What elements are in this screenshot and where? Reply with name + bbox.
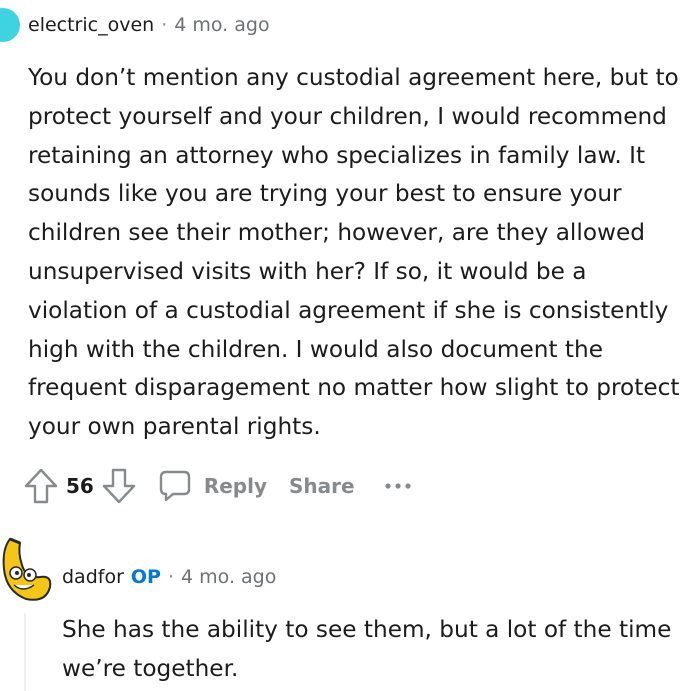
comment-author[interactable]: dadfor	[62, 566, 124, 588]
user-avatar[interactable]	[0, 535, 54, 605]
comment-body: You don’t mention any custodial agreemen…	[28, 64, 680, 441]
comment-meta: electric_oven · 4 mo. ago	[28, 14, 270, 36]
banana-avatar-icon	[2, 537, 52, 601]
ellipsis-icon	[385, 483, 411, 489]
more-options-button[interactable]	[383, 481, 413, 491]
downvote-arrow-icon	[102, 468, 136, 504]
comment-meta: dadfor OP · 4 mo. ago	[62, 566, 276, 588]
comment-timestamp[interactable]: 4 mo. ago	[174, 14, 269, 36]
vote-count: 56	[66, 474, 94, 498]
upvote-button[interactable]	[24, 468, 58, 504]
thread-line[interactable]	[24, 614, 26, 691]
upvote-arrow-icon	[24, 468, 58, 504]
share-button[interactable]: Share	[289, 474, 355, 498]
reply-button[interactable]: Reply	[158, 469, 267, 503]
op-badge: OP	[130, 566, 161, 588]
speech-bubble-icon	[159, 470, 191, 502]
comment-actions: 56 Reply Share	[24, 466, 413, 506]
meta-separator: ·	[161, 14, 168, 36]
reply-label: Reply	[203, 474, 268, 498]
comment-body: She has the ability to see them, but a l…	[62, 616, 672, 682]
comment-timestamp[interactable]: 4 mo. ago	[181, 566, 276, 588]
downvote-button[interactable]	[102, 468, 136, 504]
comment-author[interactable]: electric_oven	[28, 14, 154, 36]
meta-separator: ·	[167, 566, 175, 588]
user-avatar[interactable]	[0, 8, 20, 42]
